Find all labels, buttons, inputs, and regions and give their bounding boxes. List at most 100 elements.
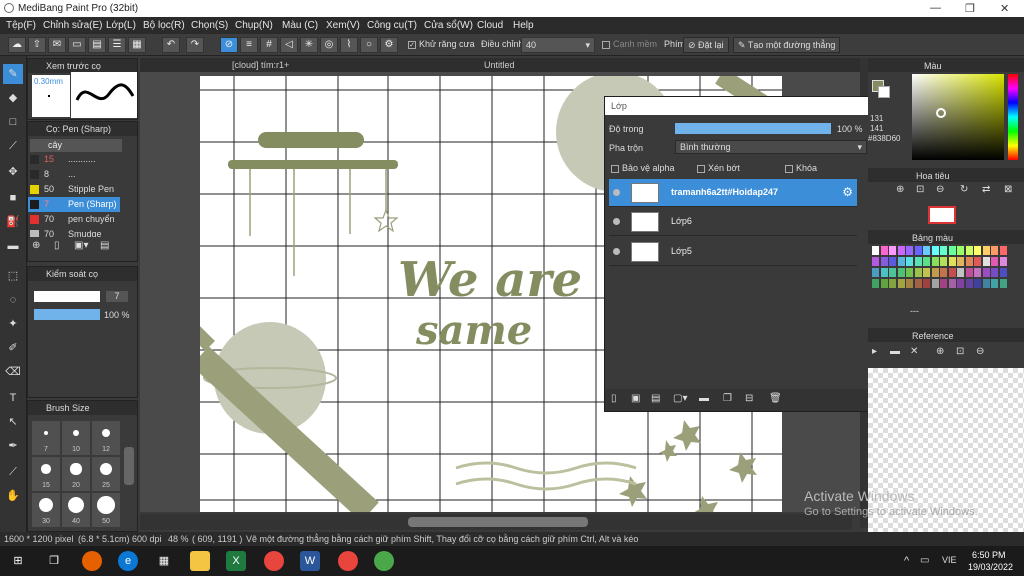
visibility-icon[interactable] [613,248,620,255]
bucket-tool-icon[interactable]: ⛽ [3,212,23,232]
navigator-thumbnail[interactable] [928,206,956,224]
brush-menu-icon[interactable]: ▣▾ [74,240,88,251]
rotate-icon[interactable]: ↻ [960,184,968,195]
palette-swatch[interactable] [923,246,930,255]
palette-swatch[interactable] [991,279,998,288]
palette-swatch[interactable] [931,257,939,266]
rectangle-tool-icon[interactable]: □ [3,112,23,132]
palette-swatch[interactable] [982,279,990,288]
palette-swatch[interactable] [982,246,990,255]
palette-swatch[interactable] [931,268,939,277]
dropper-tool-icon[interactable]: ✒ [3,436,23,456]
palette-swatch[interactable] [906,268,913,277]
palette-swatch[interactable] [906,246,913,255]
palette-swatch[interactable] [957,279,964,288]
palette-swatch[interactable] [906,279,913,288]
brush-row[interactable]: 8... [28,167,120,182]
palette-swatch[interactable] [880,246,888,255]
brush-size-cell[interactable]: 7 [32,421,60,455]
brush-size-cell[interactable]: 10 [62,421,90,455]
folder-open-icon[interactable]: ▬ [890,346,900,357]
redo-icon[interactable]: ↷ [186,37,204,53]
snap-parallel-icon[interactable]: ≡ [240,37,258,53]
brush-group[interactable]: cây [30,139,122,152]
palette-swatch[interactable] [923,279,930,288]
palette-swatch[interactable] [974,268,981,277]
menu-view[interactable]: Xem(V) [326,20,360,31]
reset-view-icon[interactable]: ⊠ [1004,184,1012,195]
palette-swatch[interactable] [914,279,922,288]
fit-icon[interactable]: ⊡ [916,184,924,195]
palette-swatch[interactable] [982,268,990,277]
folder-icon[interactable]: ▬ [699,393,709,404]
select-rect-icon[interactable]: ⬚ [3,266,23,286]
brush-row[interactable]: 50 Stipple Pen [28,182,120,197]
palette-swatch[interactable] [991,246,998,255]
soft-edge-checkbox[interactable]: Cạnh mềm [602,39,657,49]
clock-time[interactable]: 6:50 PM [972,550,1006,560]
layer-opacity-slider[interactable] [675,123,831,134]
palette-swatch[interactable] [889,279,896,288]
operation-tool-icon[interactable]: ↖ [3,412,23,432]
palette-swatch[interactable] [974,279,981,288]
layer-row[interactable]: Lớp6 [609,208,857,236]
open-icon[interactable]: ▸ [872,346,877,357]
palette-swatch[interactable] [914,268,922,277]
menu-select[interactable]: Chọn(S) [191,20,228,31]
zoom-out-icon[interactable]: ⊖ [936,184,944,195]
color-picker-square[interactable] [912,74,1004,160]
pen-tool-icon[interactable]: ✎ [3,64,23,84]
palette-swatch[interactable] [880,268,888,277]
visibility-icon[interactable] [613,218,620,225]
layer-panel-titlebar[interactable]: Lớp [605,97,869,115]
opacity-slider[interactable] [34,309,100,320]
tab-untitled[interactable]: Untitled [484,60,515,70]
lock-checkbox[interactable]: Khóa [785,163,817,173]
brush-size-cell[interactable]: 30 [32,493,60,527]
new-halftone-layer-icon[interactable]: ▤ [651,393,660,404]
reset-button[interactable]: ⊘ Đặt lại [683,37,729,53]
palette-swatch[interactable] [931,246,939,255]
brush-size-cell[interactable]: 50 [92,493,120,527]
palette-swatch[interactable] [948,279,956,288]
palette-swatch[interactable] [914,246,922,255]
brush-row[interactable]: 15........... [28,152,120,167]
protect-alpha-checkbox[interactable]: Bảo vệ alpha [611,163,675,173]
layer-row[interactable]: Lớp5 [609,238,857,266]
palette-swatch[interactable] [957,257,964,266]
palette-swatch[interactable] [906,257,913,266]
palette-swatch[interactable] [872,257,879,266]
palette-swatch[interactable] [999,279,1007,288]
snap-curve-icon[interactable]: ⌇ [340,37,358,53]
store-icon[interactable]: ▦ [154,551,174,571]
menu-edit[interactable]: Chỉnh sửa(E) [43,20,103,31]
magic-wand-icon[interactable]: ✦ [3,314,23,334]
horizontal-scroll-thumb[interactable] [408,517,588,527]
brush-size-cell[interactable]: 12 [92,421,120,455]
brush-size-cell[interactable]: 20 [62,457,90,491]
menu-color[interactable]: Màu (C) [282,20,318,31]
brush-settings-icon[interactable]: ▤ [100,240,109,251]
palette-swatch[interactable] [923,268,930,277]
text-tool-icon[interactable]: T [3,388,23,408]
select-pen-icon[interactable]: ✐ [3,338,23,358]
settings-icon[interactable]: ⚙ [380,37,398,53]
chrome-icon[interactable] [338,551,358,571]
snap-radial-icon[interactable]: ✳ [300,37,318,53]
palette-swatch[interactable] [872,279,879,288]
minimize-button[interactable]: — [930,2,941,14]
menu-capture[interactable]: Chụp(N) [235,20,273,31]
palette-swatch[interactable] [931,279,939,288]
list-icon[interactable]: ☰ [108,37,126,53]
edge-icon[interactable]: e [118,551,138,571]
palette-swatch[interactable] [897,257,905,266]
palette-swatch[interactable] [897,279,905,288]
medibang-icon[interactable] [374,551,394,571]
gradient-tool-icon[interactable]: ▬ [3,236,23,256]
ref-zoom-in-icon[interactable]: ⊕ [936,346,944,357]
palette-swatch[interactable] [940,246,947,255]
task-view-icon[interactable]: ❐ [44,551,64,571]
undo-icon[interactable]: ↶ [162,37,180,53]
add-brush-icon[interactable]: ⊕ [32,240,40,251]
size-grid-scrollbar[interactable] [124,447,134,485]
